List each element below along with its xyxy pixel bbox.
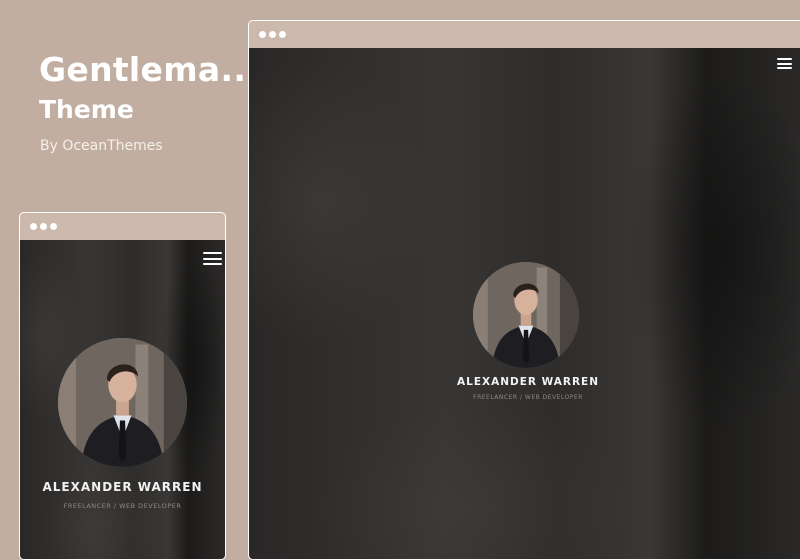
window-title-bar	[249, 21, 800, 48]
window-dot	[30, 223, 37, 230]
window-title-bar	[20, 213, 225, 240]
theme-title: Gentlema..	[39, 50, 247, 89]
window-dot	[40, 223, 47, 230]
profile-role: FREELANCER / WEB DEVELOPER	[63, 502, 182, 510]
profile-role: FREELANCER / WEB DEVELOPER	[473, 394, 583, 401]
window-dot	[259, 31, 266, 38]
window-dot	[279, 31, 286, 38]
window-dots	[30, 223, 57, 230]
profile-avatar	[58, 338, 187, 467]
mobile-preview-window: ALEXANDER WARREN FREELANCER / WEB DEVELO…	[19, 212, 226, 560]
profile-name: ALEXANDER WARREN	[457, 376, 599, 388]
theme-subtitle: Theme	[39, 95, 134, 124]
profile-avatar	[473, 262, 579, 368]
profile-name: ALEXANDER WARREN	[42, 480, 203, 494]
desktop-screen: ALEXANDER WARREN FREELANCER / WEB DEVELO…	[249, 48, 800, 559]
hamburger-menu-icon[interactable]	[777, 58, 792, 69]
window-dots	[259, 31, 286, 38]
profile-photo	[473, 262, 579, 368]
mobile-screen: ALEXANDER WARREN FREELANCER / WEB DEVELO…	[20, 240, 225, 559]
profile-photo	[58, 338, 187, 467]
desktop-preview-window: ALEXANDER WARREN FREELANCER / WEB DEVELO…	[248, 20, 800, 560]
hamburger-menu-icon[interactable]	[203, 252, 222, 265]
theme-author: By OceanThemes	[40, 138, 163, 154]
window-dot	[50, 223, 57, 230]
window-dot	[269, 31, 276, 38]
